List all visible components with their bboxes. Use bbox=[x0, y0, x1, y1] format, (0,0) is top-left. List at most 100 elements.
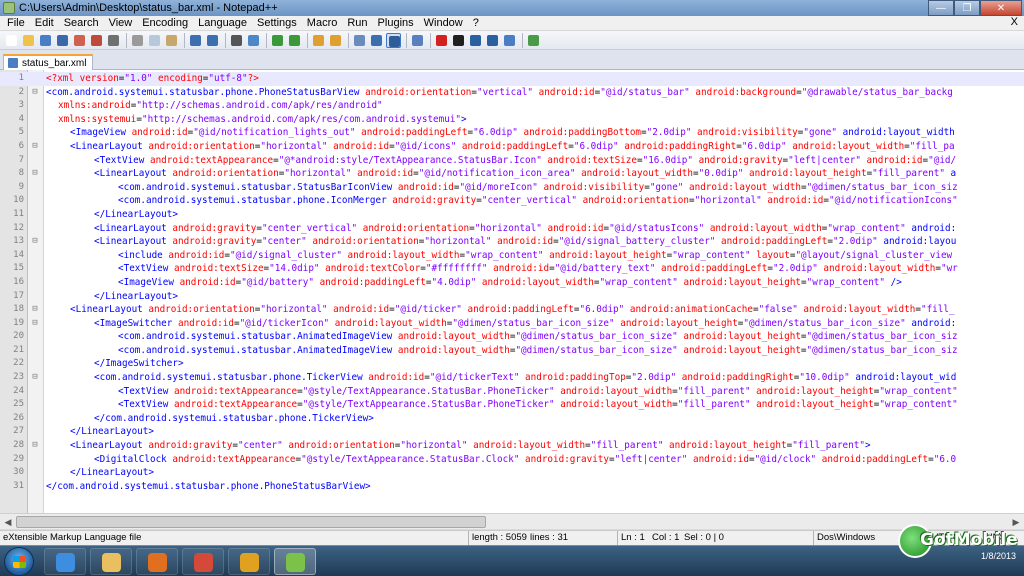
record-macro-icon[interactable] bbox=[434, 33, 449, 48]
code-line[interactable]: 22 </ImageSwitcher> bbox=[0, 357, 1024, 371]
code-line[interactable]: 1 <?xml version="1.0" encoding="utf-8"?> bbox=[0, 72, 1024, 86]
stop-record-icon[interactable] bbox=[451, 33, 466, 48]
code-line[interactable]: 29 <DigitalClock android:textAppearance="… bbox=[0, 453, 1024, 467]
taskbar-ie[interactable] bbox=[44, 548, 86, 575]
taskbar-explorer[interactable] bbox=[90, 548, 132, 575]
copy-icon[interactable] bbox=[147, 33, 162, 48]
code-line[interactable]: 14 <include android:id="@id/signal_cluste… bbox=[0, 249, 1024, 263]
start-button[interactable] bbox=[4, 547, 34, 576]
code-line[interactable]: 3 xmlns:android="http://schemas.android.c… bbox=[0, 99, 1024, 113]
taskbar-chrome[interactable] bbox=[182, 548, 224, 575]
code-line[interactable]: 18 ⊟ <LinearLayout android:orientation="ho… bbox=[0, 303, 1024, 317]
redo-icon[interactable] bbox=[205, 33, 220, 48]
fold-toggle-icon[interactable]: ⊟ bbox=[26, 167, 44, 181]
fold-toggle-icon[interactable]: ⊟ bbox=[26, 317, 44, 331]
scrollbar-thumb[interactable] bbox=[16, 516, 486, 528]
code-line[interactable]: 28 ⊟ <LinearLayout android:gravity="center… bbox=[0, 439, 1024, 453]
fold-toggle-icon[interactable]: ⊟ bbox=[26, 371, 44, 385]
menu-view[interactable]: View bbox=[104, 17, 138, 29]
line-number: 29 bbox=[13, 453, 24, 464]
find-icon[interactable] bbox=[229, 33, 244, 48]
code-line[interactable]: 11 </LinearLayout> bbox=[0, 208, 1024, 222]
code-editor[interactable]: 1 <?xml version="1.0" encoding="utf-8"?> 2… bbox=[0, 70, 1024, 513]
close-all-icon[interactable] bbox=[89, 33, 104, 48]
taskbar-notepad-plus-plus[interactable] bbox=[274, 548, 316, 575]
paste-icon[interactable] bbox=[164, 33, 179, 48]
code-line[interactable]: 16 <ImageView android:id="@id/battery" an… bbox=[0, 276, 1024, 290]
play-multiple-icon[interactable] bbox=[485, 33, 500, 48]
save-icon[interactable] bbox=[38, 33, 53, 48]
menu-file[interactable]: File bbox=[2, 17, 30, 29]
replace-icon[interactable] bbox=[246, 33, 261, 48]
code-line[interactable]: 30 </LinearLayout> bbox=[0, 466, 1024, 480]
horizontal-scrollbar[interactable]: ◀ ▶ bbox=[0, 513, 1024, 529]
sync-vertical-icon[interactable] bbox=[311, 33, 326, 48]
menu-search[interactable]: Search bbox=[59, 17, 104, 29]
code-line[interactable]: 2 ⊟ <com.android.systemui.statusbar.phone.… bbox=[0, 86, 1024, 100]
fold-toggle-icon[interactable]: ⊟ bbox=[26, 303, 44, 317]
menu-macro[interactable]: Macro bbox=[302, 17, 343, 29]
menu-plugins[interactable]: Plugins bbox=[373, 17, 419, 29]
zoom-out-icon[interactable] bbox=[287, 33, 302, 48]
close-window-button[interactable]: ✕ bbox=[980, 0, 1022, 16]
spellcheck-icon[interactable] bbox=[526, 33, 541, 48]
code-line[interactable]: 21 <com.android.systemui.statusbar.Animat… bbox=[0, 344, 1024, 358]
code-line[interactable]: 15 <TextView android:textSize="14.0dip" a… bbox=[0, 262, 1024, 276]
code-line[interactable]: 13 ⊟ <LinearLayout android:gravity="center… bbox=[0, 235, 1024, 249]
code-text: </LinearLayout> bbox=[94, 290, 178, 302]
save-macro-icon[interactable] bbox=[502, 33, 517, 48]
code-line[interactable]: 9 <com.android.systemui.statusbar.StatusB… bbox=[0, 181, 1024, 195]
code-line[interactable]: 26 </com.android.systemui.statusbar.phone… bbox=[0, 412, 1024, 426]
menu-encoding[interactable]: Encoding bbox=[137, 17, 193, 29]
cut-icon[interactable] bbox=[130, 33, 145, 48]
code-line[interactable]: 7 <TextView android:textAppearance="@*and… bbox=[0, 154, 1024, 168]
fold-toggle-icon[interactable]: ⊟ bbox=[26, 439, 44, 453]
scroll-left-icon[interactable]: ◀ bbox=[1, 516, 15, 528]
fold-toggle-icon[interactable]: ⊟ bbox=[26, 86, 44, 100]
tab-status-bar-xml[interactable]: status_bar.xml bbox=[3, 54, 94, 70]
taskbar-media-player[interactable] bbox=[136, 548, 178, 575]
fold-marker bbox=[26, 208, 44, 222]
close-document-button[interactable]: X bbox=[1011, 16, 1018, 28]
code-line[interactable]: 24 <TextView android:textAppearance="@sty… bbox=[0, 385, 1024, 399]
print-icon[interactable] bbox=[106, 33, 121, 48]
menu-window[interactable]: Window bbox=[419, 17, 468, 29]
code-line[interactable]: 8 ⊟ <LinearLayout android:orientation="hor… bbox=[0, 167, 1024, 181]
menu-language[interactable]: Language bbox=[193, 17, 252, 29]
code-line[interactable]: 23 ⊟ <com.android.systemui.statusbar.phone… bbox=[0, 371, 1024, 385]
code-line[interactable]: 4 xmlns:systemui="http://schemas.android.… bbox=[0, 113, 1024, 127]
code-line[interactable]: 20 <com.android.systemui.statusbar.Animat… bbox=[0, 330, 1024, 344]
sync-horizontal-icon[interactable] bbox=[328, 33, 343, 48]
code-line[interactable]: 6 ⊟ <LinearLayout android:orientation="hor… bbox=[0, 140, 1024, 154]
code-line[interactable]: 19 ⊟ <ImageSwitcher android:id="@id/ticker… bbox=[0, 317, 1024, 331]
word-wrap-icon[interactable] bbox=[352, 33, 367, 48]
indent-guide-icon[interactable] bbox=[386, 32, 401, 48]
taskbar-paint[interactable] bbox=[228, 548, 270, 575]
fold-toggle-icon[interactable]: ⊟ bbox=[26, 235, 44, 249]
new-file-icon[interactable] bbox=[4, 33, 19, 48]
save-all-icon[interactable] bbox=[55, 33, 70, 48]
user-lang-icon[interactable] bbox=[410, 33, 425, 48]
code-line[interactable]: 12 <LinearLayout android:gravity="center_… bbox=[0, 222, 1024, 236]
show-all-chars-icon[interactable] bbox=[369, 33, 384, 48]
menu-settings[interactable]: Settings bbox=[252, 17, 302, 29]
menu-run[interactable]: Run bbox=[342, 17, 372, 29]
maximize-button[interactable]: ❐ bbox=[954, 0, 980, 16]
code-text: <ImageSwitcher android:id="@id/tickerIco… bbox=[94, 317, 957, 329]
code-line[interactable]: 17 </LinearLayout> bbox=[0, 290, 1024, 304]
code-line[interactable]: 25 <TextView android:textAppearance="@sty… bbox=[0, 398, 1024, 412]
code-line[interactable]: 5 <ImageView android:id="@id/notification… bbox=[0, 126, 1024, 140]
open-file-icon[interactable] bbox=[21, 33, 36, 48]
code-line[interactable]: 31 </com.android.systemui.statusbar.phone… bbox=[0, 480, 1024, 494]
zoom-in-icon[interactable] bbox=[270, 33, 285, 48]
menu-edit[interactable]: Edit bbox=[30, 17, 59, 29]
minimize-button[interactable]: — bbox=[928, 0, 954, 16]
close-icon[interactable] bbox=[72, 33, 87, 48]
code-line[interactable]: 10 <com.android.systemui.statusbar.phone.… bbox=[0, 194, 1024, 208]
code-text: <DigitalClock android:textAppearance="@s… bbox=[94, 453, 957, 465]
fold-toggle-icon[interactable]: ⊟ bbox=[26, 140, 44, 154]
code-line[interactable]: 27 </LinearLayout> bbox=[0, 425, 1024, 439]
play-macro-icon[interactable] bbox=[468, 33, 483, 48]
undo-icon[interactable] bbox=[188, 33, 203, 48]
menu-help[interactable]: ? bbox=[468, 17, 484, 29]
